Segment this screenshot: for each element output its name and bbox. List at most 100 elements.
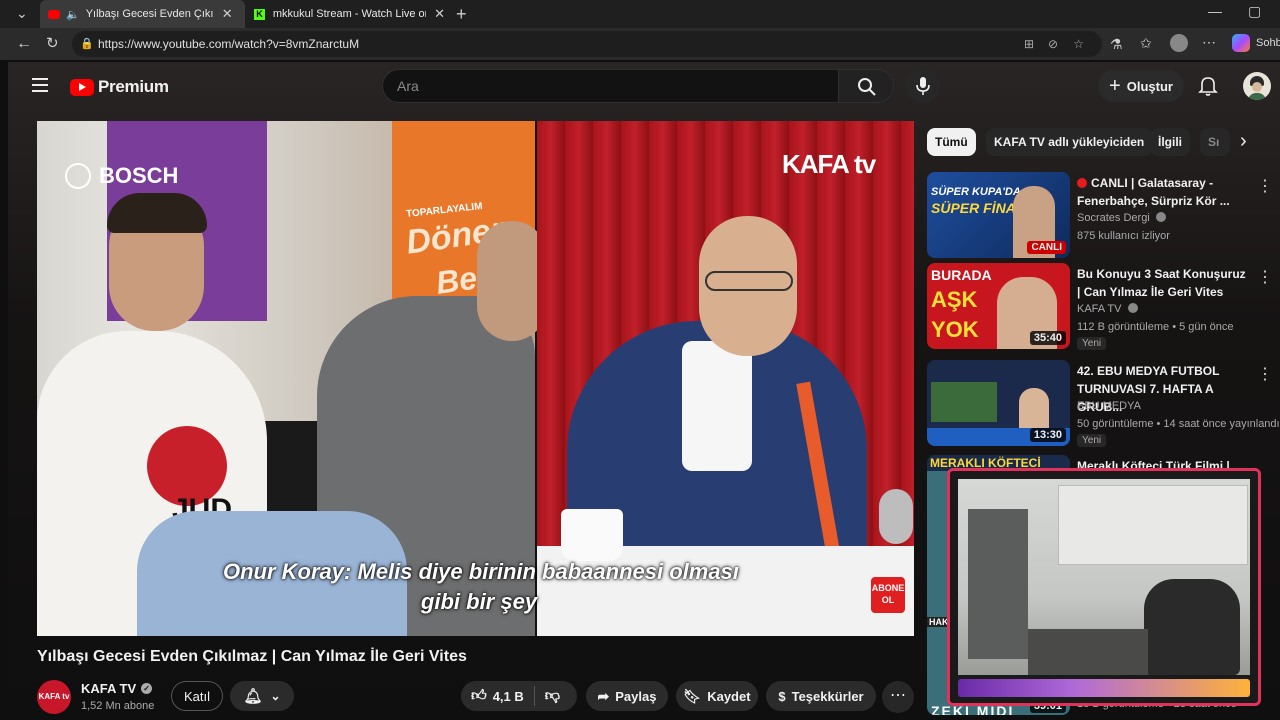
create-button[interactable]: + Oluştur — [1098, 70, 1184, 102]
chip-more[interactable]: Sı — [1200, 128, 1230, 156]
kebab-menu-icon[interactable]: ⋮ — [1257, 176, 1273, 196]
lock-icon: 🔒 — [80, 38, 94, 50]
webcam-room — [958, 479, 1250, 675]
bosch-icon — [65, 163, 91, 189]
user-avatar[interactable] — [1243, 72, 1271, 100]
recommendation-title: Bu Konuyu 3 Saat Konuşuruz | Can Yılmaz … — [1077, 267, 1246, 299]
kebab-menu-icon[interactable]: ⋮ — [1257, 267, 1273, 287]
minimize-icon[interactable]: — — [1208, 4, 1222, 18]
person-left-hair — [107, 193, 207, 233]
recommendation-item[interactable]: BURADA AŞK YOK 35:40 Bu Konuyu 3 Saat Ko… — [927, 263, 1273, 350]
tab-title: mkkukul Stream - Watch Live on K — [272, 8, 427, 20]
tab-youtube[interactable]: 🔈 Yılbaşı Gecesi Evden Çıkılmaz ✕ — [40, 0, 245, 28]
thumb-text: YOK — [931, 317, 979, 342]
subtitle-line: gibi bir şey — [420, 589, 538, 614]
chip-label: Tümü — [935, 135, 968, 149]
maximize-icon[interactable]: ▢ — [1248, 4, 1261, 18]
abone-badge: ABONE OL — [871, 577, 905, 613]
thumbs-up-icon: 👍︎ — [471, 687, 487, 704]
tab-kick[interactable]: K mkkukul Stream - Watch Live on K ✕ — [250, 0, 445, 28]
reload-icon[interactable]: ↻ — [46, 36, 59, 51]
subscription-bell-button[interactable]: 🔔︎ ⌄ — [230, 681, 294, 711]
new-tab-icon[interactable]: + — [456, 5, 467, 23]
thumb-person — [1019, 388, 1049, 428]
webcam-chair — [1144, 579, 1240, 675]
like-button[interactable]: 👍︎ 4,1 B — [461, 687, 524, 705]
recommendation-title-text: CANLI | Galatasaray - Fenerbahçe, Sürpri… — [1077, 176, 1230, 208]
copilot-icon[interactable] — [1232, 34, 1250, 52]
more-options-icon[interactable]: ⋯ — [1202, 35, 1216, 49]
notifications-bell-icon[interactable] — [1198, 75, 1218, 97]
recommendation-channel-text: Socrates Dergi — [1077, 212, 1150, 224]
save-button[interactable]: 🔖︎ Kaydet — [676, 681, 758, 711]
recommendation-item[interactable]: SÜPER KUPA'DA SÜPER FİNAL CANLI CANLI | … — [927, 172, 1273, 258]
chip-from-uploader[interactable]: KAFA TV adlı yükleyiciden — [986, 128, 1153, 156]
thumbs-down-icon[interactable]: 👎︎ — [545, 687, 560, 705]
close-tab-icon[interactable]: ✕ — [222, 6, 233, 22]
chip-related[interactable]: İlgili — [1150, 128, 1190, 156]
chip-label: İlgili — [1158, 135, 1182, 149]
recommendation-meta: 112 B görüntüleme • 5 gün önce — [1077, 321, 1234, 333]
subscriber-count: 1,52 Mn abone — [81, 700, 155, 712]
more-actions-button[interactable]: ⋯ — [882, 681, 914, 713]
microphone — [879, 489, 913, 544]
verified-icon: ✓ — [141, 683, 153, 694]
webcam-overlay — [947, 468, 1261, 706]
favorites-icon[interactable]: ✩ — [1140, 36, 1152, 50]
video-player[interactable]: TOPARLAYALIM Döner Bek BOSCH JUD KAFA tv — [37, 121, 914, 636]
bosch-logo: BOSCH — [65, 163, 178, 189]
tracking-icon[interactable]: ⊘ — [1048, 31, 1058, 57]
kafatv-text: KAFA tv — [782, 149, 876, 179]
chips-next-chevron-icon[interactable]: › — [1240, 130, 1247, 153]
url-text: https://www.youtube.com/watch?v=8vmZnarc… — [98, 37, 360, 51]
recommendation-channel: Socrates Dergi — [1077, 212, 1166, 224]
search-input[interactable]: Ara — [382, 69, 839, 103]
webcam-cabinet — [1058, 485, 1248, 565]
close-tab-icon[interactable]: ✕ — [434, 6, 445, 22]
verified-icon — [1155, 212, 1166, 222]
channel-avatar-text: KAFA tv — [38, 692, 70, 701]
tab-list-chevron-icon[interactable]: ⌄ — [16, 6, 28, 20]
star-icon[interactable]: ☆ — [1073, 31, 1084, 57]
recommendation-meta: 50 görüntüleme • 14 saat önce yayınlandı — [1077, 418, 1280, 430]
video-thumbnail: SÜPER KUPA'DA SÜPER FİNAL CANLI — [927, 172, 1070, 258]
speaker-icon[interactable]: 🔈 — [66, 8, 80, 21]
profile-avatar-icon[interactable] — [1170, 34, 1188, 52]
hamburger-menu-icon[interactable] — [32, 78, 48, 92]
channel-name[interactable]: KAFA TV ✓ — [81, 681, 153, 696]
thumb-field — [931, 382, 997, 422]
url-field[interactable]: 🔒 https://www.youtube.com/watch?v=8vmZna… — [72, 31, 1102, 57]
new-badge: Yeni — [1077, 434, 1107, 447]
webcam-frame-bar — [958, 679, 1250, 697]
back-icon[interactable]: ← — [16, 36, 32, 52]
app-icon[interactable]: ⊞ — [1024, 31, 1034, 57]
logo-text: Premium — [98, 77, 169, 96]
search-placeholder: Ara — [397, 78, 419, 94]
video-thumbnail: 13:30 — [927, 360, 1070, 446]
bell-icon: 🔔︎ — [243, 688, 263, 705]
sidebar-label[interactable]: Sohb — [1256, 37, 1280, 49]
voice-search-button[interactable] — [906, 69, 940, 103]
chip-label: KAFA TV adlı yükleyiciden — [994, 135, 1145, 149]
channel-avatar[interactable]: KAFA tv — [37, 680, 71, 714]
abone-text: ABONE OL — [871, 583, 905, 605]
search-icon — [858, 78, 876, 96]
join-button[interactable]: Katıl — [171, 681, 223, 711]
recommendation-item[interactable]: 13:30 42. EBU MEDYA FUTBOL TURNUVASI 7. … — [927, 360, 1280, 447]
thumb-text: SÜPER KUPA'DA — [931, 186, 1021, 198]
thanks-button[interactable]: $ Teşekkürler — [766, 681, 876, 711]
recommendation-channel-text: KAFA TV — [1077, 303, 1122, 315]
kebab-menu-icon[interactable]: ⋮ — [1257, 364, 1273, 384]
chip-all[interactable]: Tümü — [927, 128, 976, 156]
subtitle-line: Onur Koray: Melis diye birinin babaannes… — [223, 559, 739, 584]
search-button[interactable] — [838, 69, 894, 103]
youtube-logo[interactable]: Premium — [70, 77, 169, 97]
share-button[interactable]: ➦ Paylaş — [586, 681, 668, 711]
glasses — [705, 271, 793, 291]
video-title: Yılbaşı Gecesi Evden Çıkılmaz | Can Yılm… — [37, 648, 467, 665]
youtube-favicon-icon — [48, 9, 60, 19]
address-bar-row: ← ↻ 🔒 https://www.youtube.com/watch?v=8v… — [0, 28, 1280, 60]
like-count: 4,1 B — [492, 688, 524, 704]
extensions-icon[interactable]: ⚗ — [1110, 37, 1123, 51]
tab-title: Yılbaşı Gecesi Evden Çıkılmaz — [85, 8, 214, 20]
